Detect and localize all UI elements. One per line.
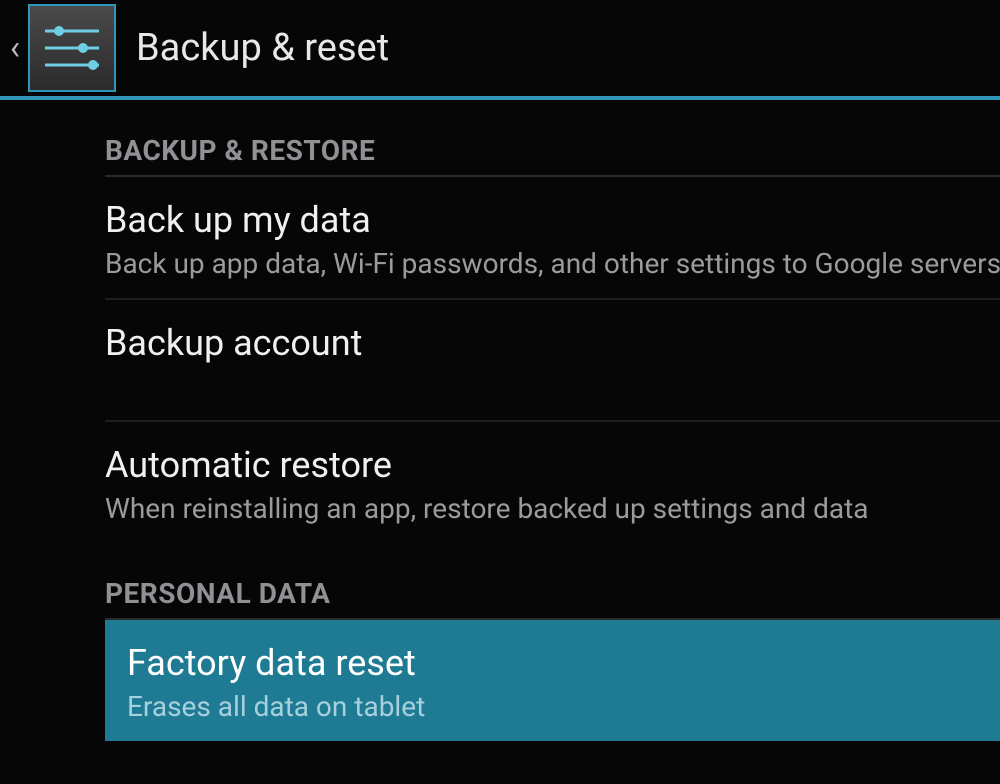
settings-sliders-icon[interactable] [28, 4, 116, 92]
item-title: Back up my data [105, 199, 1000, 241]
item-title: Factory data reset [127, 642, 978, 684]
section-header-backup-restore: BACKUP & RESTORE [105, 100, 1000, 177]
item-automatic-restore[interactable]: Automatic restore When reinstalling an a… [105, 422, 1000, 543]
action-bar: ‹ Backup & reset [0, 0, 1000, 100]
section-header-personal-data: PERSONAL DATA [105, 543, 1000, 620]
item-factory-data-reset[interactable]: Factory data reset Erases all data on ta… [105, 620, 1000, 741]
item-back-up-my-data[interactable]: Back up my data Back up app data, Wi-Fi … [105, 177, 1000, 300]
settings-backup-reset-screen: ‹ Backup & reset BACKUP & RESTORE Back u… [0, 0, 1000, 784]
page-title: Backup & reset [136, 26, 389, 70]
item-subtitle: When reinstalling an app, restore backed… [105, 492, 1000, 525]
back-chevron-icon[interactable]: ‹ [6, 0, 24, 96]
settings-list: BACKUP & RESTORE Back up my data Back up… [0, 100, 1000, 741]
item-title: Automatic restore [105, 444, 1000, 486]
item-title: Backup account [105, 322, 1000, 364]
item-backup-account[interactable]: Backup account [105, 300, 1000, 422]
item-subtitle: Erases all data on tablet [127, 690, 978, 723]
item-subtitle: Back up app data, Wi-Fi passwords, and o… [105, 247, 1000, 280]
